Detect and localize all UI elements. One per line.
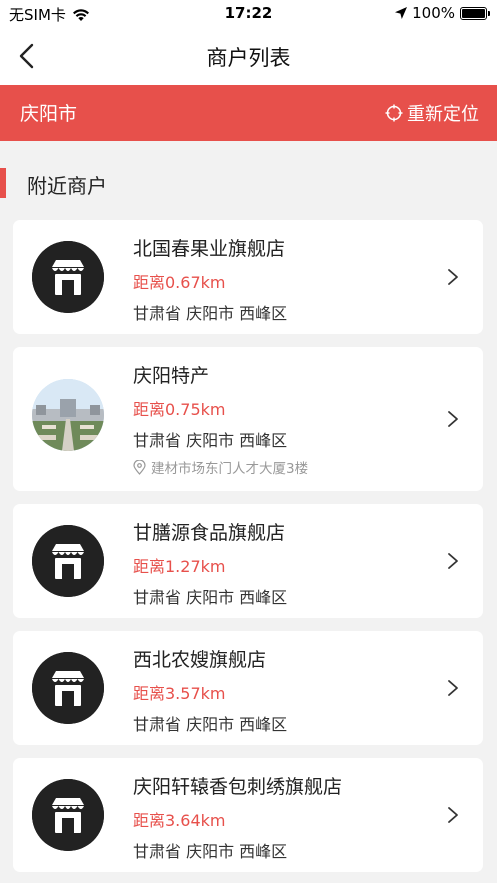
store-photo-image <box>32 379 104 451</box>
store-name: 北国春果业旗舰店 <box>133 238 286 260</box>
status-right: 100% <box>394 4 490 22</box>
store-distance: 距离3.57km <box>133 684 226 703</box>
store-awning-icon <box>32 525 104 597</box>
merchant-card[interactable]: 甘膳源食品旗舰店 距离1.27km 甘肃省 庆阳市 西峰区 <box>13 504 483 618</box>
relocate-button[interactable]: 重新定位 <box>385 100 479 126</box>
store-avatar <box>32 779 104 851</box>
store-distance: 距离3.64km <box>133 811 226 830</box>
section-title: 附近商户 <box>27 174 107 198</box>
merchant-list: 北国春果业旗舰店 距离0.67km 甘肃省 庆阳市 西峰区 庆阳特产 距离0.7… <box>13 220 483 883</box>
battery-percent: 100% <box>412 4 455 22</box>
merchant-card[interactable]: 北国春果业旗舰店 距离0.67km 甘肃省 庆阳市 西峰区 <box>13 220 483 334</box>
store-distance: 距离0.67km <box>133 273 226 292</box>
crosshair-icon <box>385 104 403 122</box>
store-photo <box>32 379 104 451</box>
store-name: 庆阳特产 <box>133 365 210 387</box>
chevron-right-icon <box>448 269 458 285</box>
section-marker <box>0 168 6 198</box>
location-arrow-icon <box>395 7 408 19</box>
chevron-right-icon <box>448 680 458 696</box>
store-name: 庆阳轩辕香包刺绣旗舰店 <box>133 776 343 798</box>
store-region: 甘肃省 庆阳市 西峰区 <box>133 842 288 861</box>
status-bar: 无SIM卡 17:22 100% <box>0 0 497 28</box>
store-region: 甘肃省 庆阳市 西峰区 <box>133 431 288 450</box>
chevron-right-icon <box>448 553 458 569</box>
store-awning-icon <box>32 652 104 724</box>
store-name: 甘膳源食品旗舰店 <box>133 522 286 544</box>
store-distance: 距离1.27km <box>133 557 226 576</box>
location-pin-icon <box>133 459 146 475</box>
store-region: 甘肃省 庆阳市 西峰区 <box>133 715 288 734</box>
store-avatar <box>32 525 104 597</box>
merchant-card[interactable]: 西北农嫂旗舰店 距离3.57km 甘肃省 庆阳市 西峰区 <box>13 631 483 745</box>
store-awning-icon <box>32 779 104 851</box>
store-address-text: 建材市场东门人才大厦3楼 <box>151 461 309 477</box>
relocate-label: 重新定位 <box>407 104 479 125</box>
section-header: 附近商户 <box>0 166 497 200</box>
store-awning-icon <box>32 241 104 313</box>
chevron-right-icon <box>448 807 458 823</box>
store-region: 甘肃省 庆阳市 西峰区 <box>133 588 288 607</box>
store-address: 建材市场东门人才大厦3楼 <box>133 457 308 477</box>
merchant-card[interactable]: 庆阳特产 距离0.75km 甘肃省 庆阳市 西峰区 建材市场东门人才大厦3楼 <box>13 347 483 491</box>
store-avatar <box>32 241 104 313</box>
store-distance: 距离0.75km <box>133 400 226 419</box>
page-title: 商户列表 <box>206 46 291 70</box>
nav-bar: 商户列表 <box>0 28 497 85</box>
store-region: 甘肃省 庆阳市 西峰区 <box>133 304 288 323</box>
merchant-card[interactable]: 庆阳轩辕香包刺绣旗舰店 距离3.64km 甘肃省 庆阳市 西峰区 <box>13 758 483 872</box>
location-bar: 庆阳市 重新定位 <box>0 85 497 141</box>
chevron-right-icon <box>448 411 458 427</box>
store-name: 西北农嫂旗舰店 <box>133 649 267 671</box>
store-avatar <box>32 652 104 724</box>
battery-icon <box>460 6 490 20</box>
current-city: 庆阳市 <box>20 103 78 125</box>
